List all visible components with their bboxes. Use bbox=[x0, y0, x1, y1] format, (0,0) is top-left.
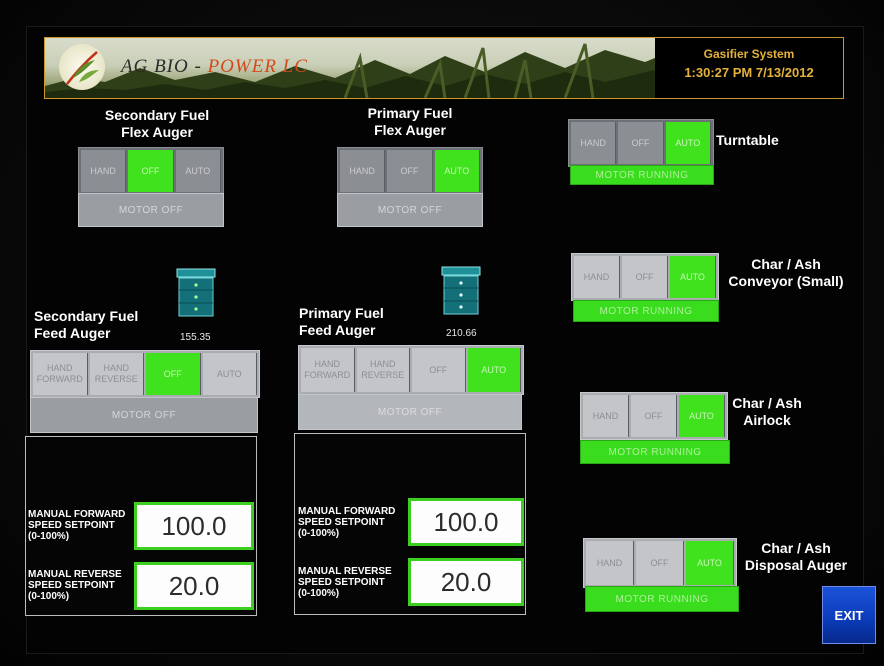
primary-feed-off-button[interactable]: OFF bbox=[412, 348, 466, 392]
primary-feed-hand-forward-button[interactable]: HAND FORWARD bbox=[301, 348, 355, 392]
secondary-rev-setpoint-label: MANUAL REVERSE SPEED SETPOINT (0-100%) bbox=[28, 569, 122, 602]
char-conveyor-title: Char / Ash Conveyor (Small) bbox=[728, 256, 844, 289]
char-conveyor-status: MOTOR RUNNING bbox=[573, 300, 719, 322]
char-disposal-mode-switch: HAND OFF AUTO bbox=[583, 538, 737, 588]
primary-flex-mode-switch: HAND OFF AUTO bbox=[337, 147, 483, 195]
company-logo-text: AG BIO - POWER LC bbox=[121, 56, 308, 77]
char-airlock-off-button[interactable]: OFF bbox=[631, 395, 677, 437]
primary-rev-setpoint-label: MANUAL REVERSE SPEED SETPOINT (0-100%) bbox=[298, 566, 392, 599]
char-airlock-hand-button[interactable]: HAND bbox=[583, 395, 629, 437]
char-disposal-hand-button[interactable]: HAND bbox=[586, 541, 634, 585]
char-conveyor-auto-button[interactable]: AUTO bbox=[670, 256, 716, 298]
secondary-fuel-bin-icon bbox=[176, 268, 216, 317]
secondary-flex-auto-button[interactable]: AUTO bbox=[175, 150, 221, 192]
primary-feed-mode-switch: HAND FORWARD HAND REVERSE OFF AUTO bbox=[298, 345, 524, 395]
primary-feed-auto-button[interactable]: AUTO bbox=[467, 348, 521, 392]
primary-feed-auger-title: Primary Fuel Feed Auger bbox=[299, 305, 384, 338]
corn-leaf-icon bbox=[66, 51, 99, 85]
header-banner: AG BIO - POWER LC Gasifier System 1:30:2… bbox=[44, 37, 844, 99]
logo-emblem bbox=[59, 44, 105, 90]
primary-flex-auto-button[interactable]: AUTO bbox=[434, 150, 480, 192]
char-conveyor-off-button[interactable]: OFF bbox=[622, 256, 668, 298]
char-airlock-title: Char / Ash Airlock bbox=[732, 395, 802, 428]
secondary-feed-hand-reverse-button[interactable]: HAND REVERSE bbox=[89, 353, 144, 395]
char-disposal-off-button[interactable]: OFF bbox=[636, 541, 684, 585]
primary-feed-hand-reverse-button[interactable]: HAND REVERSE bbox=[356, 348, 410, 392]
secondary-flex-off-button[interactable]: OFF bbox=[128, 150, 174, 192]
char-airlock-mode-switch: HAND OFF AUTO bbox=[580, 392, 728, 440]
primary-fuel-bin-icon bbox=[441, 266, 481, 315]
turntable-hand-button[interactable]: HAND bbox=[571, 122, 617, 164]
turntable-off-button[interactable]: OFF bbox=[618, 122, 664, 164]
system-title: Gasifier System bbox=[703, 47, 795, 61]
char-airlock-auto-button[interactable]: AUTO bbox=[679, 395, 725, 437]
secondary-feed-hand-forward-button[interactable]: HAND FORWARD bbox=[33, 353, 88, 395]
secondary-feed-status: MOTOR OFF bbox=[30, 397, 258, 433]
char-conveyor-mode-switch: HAND OFF AUTO bbox=[571, 253, 719, 301]
secondary-flex-mode-switch: HAND OFF AUTO bbox=[78, 147, 224, 195]
primary-feed-status: MOTOR OFF bbox=[298, 394, 522, 430]
char-conveyor-hand-button[interactable]: HAND bbox=[574, 256, 620, 298]
primary-fwd-setpoint-input[interactable]: 100.0 bbox=[408, 498, 524, 546]
secondary-feed-auger-title: Secondary Fuel Feed Auger bbox=[34, 308, 139, 341]
system-info-panel: Gasifier System 1:30:27 PM 7/13/2012 bbox=[655, 38, 843, 98]
primary-flex-off-button[interactable]: OFF bbox=[387, 150, 433, 192]
secondary-flex-auger-title: Secondary Fuel Flex Auger bbox=[104, 107, 210, 140]
primary-bin-level: 210.66 bbox=[446, 328, 477, 339]
secondary-flex-hand-button[interactable]: HAND bbox=[81, 150, 127, 192]
primary-fwd-setpoint-label: MANUAL FORWARD SPEED SETPOINT (0-100%) bbox=[298, 506, 396, 539]
char-airlock-status: MOTOR RUNNING bbox=[580, 440, 730, 464]
turntable-auto-button[interactable]: AUTO bbox=[665, 122, 711, 164]
primary-flex-status: MOTOR OFF bbox=[337, 193, 483, 227]
primary-flex-auger-title: Primary Fuel Flex Auger bbox=[367, 105, 453, 138]
primary-rev-setpoint-input[interactable]: 20.0 bbox=[408, 558, 524, 606]
secondary-feed-off-button[interactable]: OFF bbox=[146, 353, 201, 395]
secondary-feed-mode-switch: HAND FORWARD HAND REVERSE OFF AUTO bbox=[30, 350, 260, 398]
secondary-fwd-setpoint-label: MANUAL FORWARD SPEED SETPOINT (0-100%) bbox=[28, 509, 126, 542]
exit-button[interactable]: EXIT bbox=[822, 586, 876, 644]
datetime-display: 1:30:27 PM 7/13/2012 bbox=[684, 65, 814, 80]
secondary-feed-auto-button[interactable]: AUTO bbox=[202, 353, 257, 395]
secondary-flex-status: MOTOR OFF bbox=[78, 193, 224, 227]
turntable-mode-switch: HAND OFF AUTO bbox=[568, 119, 714, 167]
char-disposal-title: Char / Ash Disposal Auger bbox=[744, 540, 848, 573]
turntable-status: MOTOR RUNNING bbox=[570, 165, 714, 185]
primary-flex-hand-button[interactable]: HAND bbox=[340, 150, 386, 192]
char-disposal-status: MOTOR RUNNING bbox=[585, 586, 739, 612]
char-disposal-auto-button[interactable]: AUTO bbox=[686, 541, 734, 585]
secondary-bin-level: 155.35 bbox=[180, 332, 211, 343]
turntable-title: Turntable bbox=[716, 132, 779, 148]
secondary-fwd-setpoint-input[interactable]: 100.0 bbox=[134, 502, 254, 550]
secondary-rev-setpoint-input[interactable]: 20.0 bbox=[134, 562, 254, 610]
